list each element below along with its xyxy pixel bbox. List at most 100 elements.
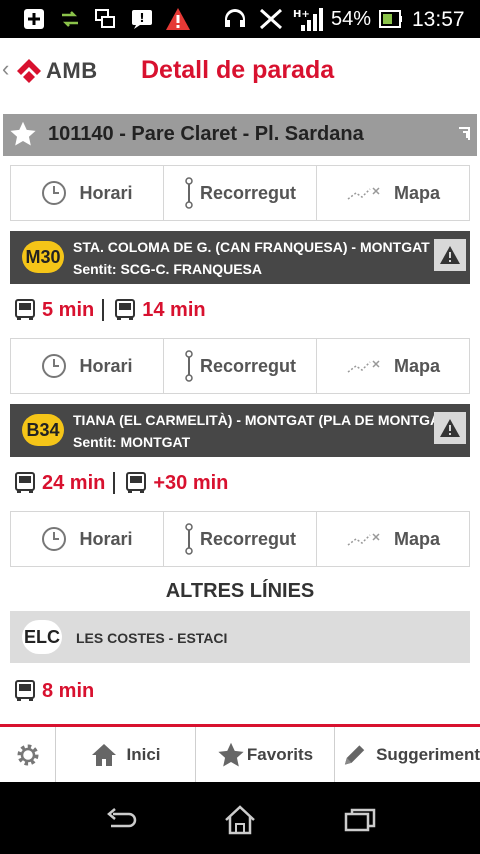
clock-icon bbox=[42, 354, 67, 378]
line-route: TIANA (EL CARMELITÀ) - MONTGAT (PLA DE M… bbox=[73, 412, 453, 428]
map-button[interactable]: Mapa bbox=[317, 339, 469, 393]
arrival-time: 5 min bbox=[42, 298, 95, 321]
map-button[interactable]: Mapa bbox=[317, 512, 469, 566]
tab-home[interactable]: Inici bbox=[56, 727, 196, 782]
stop-header: 101140 - Pare Claret - Pl. Sardana bbox=[3, 114, 477, 156]
favorite-star-icon[interactable] bbox=[9, 120, 37, 148]
line-badge: M30 bbox=[22, 241, 64, 273]
alert-icon bbox=[440, 246, 460, 264]
status-bar: ! H+ 54% 13:57 bbox=[0, 0, 480, 38]
line-badge: B34 bbox=[22, 414, 64, 446]
tab-suggestion[interactable]: Suggeriment bbox=[335, 727, 480, 782]
schedule-button[interactable]: Horari bbox=[11, 339, 164, 393]
map-label: Mapa bbox=[393, 355, 440, 376]
amb-logo-icon bbox=[17, 59, 41, 83]
tab-favorites[interactable]: Favorits bbox=[196, 727, 335, 782]
route-label: Recorregut bbox=[199, 182, 297, 203]
arrival-times: 5 min 14 min bbox=[14, 295, 206, 325]
schedule-button[interactable]: Horari bbox=[11, 512, 164, 566]
bottom-tab-bar: Inici Favorits Suggeriment bbox=[0, 727, 480, 782]
schedule-label: Horari bbox=[79, 528, 133, 549]
map-button[interactable]: Mapa bbox=[317, 166, 469, 220]
bus-icon bbox=[15, 472, 35, 493]
alert-icon bbox=[440, 419, 460, 437]
svg-text:!: ! bbox=[139, 11, 144, 25]
route-button[interactable]: Recorregut bbox=[164, 339, 317, 393]
star-icon bbox=[218, 742, 244, 767]
map-path-icon bbox=[347, 360, 380, 373]
map-label: Mapa bbox=[393, 182, 440, 203]
bus-icon bbox=[126, 472, 147, 493]
back-nav-icon[interactable] bbox=[101, 800, 141, 840]
add-notification-icon bbox=[24, 9, 44, 29]
map-label: Mapa bbox=[393, 528, 440, 549]
line-route: LES COSTES - ESTACI bbox=[76, 630, 228, 646]
back-button[interactable]: ‹ bbox=[2, 56, 9, 82]
arrival-time: 8 min bbox=[42, 679, 95, 702]
pencil-icon bbox=[344, 744, 365, 765]
route-label: Recorregut bbox=[199, 528, 297, 549]
stop-title: 101140 - Pare Claret - Pl. Sardana bbox=[48, 123, 364, 145]
arrival-time: 14 min bbox=[142, 298, 206, 321]
other-lines-title: ALTRES LÍNIES bbox=[165, 580, 315, 602]
page-title: Detall de parada bbox=[141, 56, 335, 84]
schedule-label: Horari bbox=[79, 182, 133, 203]
recent-apps-icon[interactable] bbox=[340, 800, 380, 840]
route-icon bbox=[185, 177, 193, 209]
tab-home-label: Inici bbox=[126, 744, 161, 764]
map-path-icon bbox=[347, 533, 380, 546]
line-actions-b34: Horari Recorregut Mapa bbox=[10, 511, 470, 567]
stop-actions: Horari Recorregut Mapa bbox=[10, 165, 470, 221]
route-icon bbox=[185, 523, 193, 555]
corner-icon bbox=[459, 127, 470, 140]
home-nav-icon[interactable] bbox=[220, 800, 260, 840]
line-header-m30[interactable]: M30 STA. COLOMA DE G. (CAN FRANQUESA) - … bbox=[10, 231, 470, 284]
line-route: STA. COLOMA DE G. (CAN FRANQUESA) - MONT… bbox=[73, 239, 459, 255]
headset-icon bbox=[225, 9, 245, 27]
line-direction: Sentit: MONTGAT bbox=[73, 434, 191, 450]
arrival-times: 8 min bbox=[14, 676, 94, 706]
line-alert-button[interactable] bbox=[434, 412, 466, 444]
schedule-button[interactable]: Horari bbox=[11, 166, 164, 220]
line-actions-m30: Horari Recorregut Mapa bbox=[10, 338, 470, 394]
clock-icon bbox=[42, 527, 67, 551]
screens-icon bbox=[95, 9, 115, 28]
gear-icon bbox=[17, 744, 38, 765]
route-label: Recorregut bbox=[199, 355, 297, 376]
line-alert-button[interactable] bbox=[434, 239, 466, 271]
route-button[interactable]: Recorregut bbox=[164, 512, 317, 566]
line-header-b34[interactable]: B34 TIANA (EL CARMELITÀ) - MONTGAT (PLA … bbox=[10, 404, 470, 457]
clock-icon bbox=[42, 181, 67, 205]
arrival-time: +30 min bbox=[153, 471, 229, 494]
signal-icon: H+ bbox=[293, 8, 323, 31]
time-separator bbox=[113, 472, 116, 494]
stop-detail-content[interactable]: 101140 - Pare Claret - Pl. Sardana Horar… bbox=[0, 100, 480, 724]
schedule-label: Horari bbox=[79, 355, 133, 376]
settings-button[interactable] bbox=[0, 727, 56, 782]
time-separator bbox=[102, 299, 105, 321]
tab-favorites-label: Favorits bbox=[246, 744, 314, 764]
data-transfer-icon bbox=[62, 11, 78, 27]
battery-percent: 54% bbox=[331, 8, 372, 30]
message-icon: ! bbox=[132, 10, 152, 29]
battery-icon bbox=[379, 10, 402, 28]
arrival-time: 24 min bbox=[42, 471, 106, 494]
other-line-elc[interactable]: ELC LES COSTES - ESTACI bbox=[10, 611, 470, 663]
tab-suggestion-label: Suggeriment bbox=[376, 744, 480, 764]
bus-icon bbox=[15, 299, 35, 320]
bus-icon bbox=[115, 299, 136, 320]
line-badge: ELC bbox=[22, 620, 62, 654]
clock: 13:57 bbox=[412, 8, 465, 31]
arrival-times: 24 min +30 min bbox=[14, 468, 228, 498]
warning-icon bbox=[166, 8, 190, 30]
line-direction: Sentit: SCG-C. FRANQUESA bbox=[73, 261, 262, 277]
app-header: ‹ AMB Detall de parada bbox=[0, 38, 480, 137]
logo-text: AMB bbox=[46, 58, 98, 83]
route-button[interactable]: Recorregut bbox=[164, 166, 317, 220]
home-icon bbox=[92, 743, 117, 766]
no-vibrate-icon bbox=[259, 8, 283, 30]
svg-text:H+: H+ bbox=[293, 9, 310, 20]
map-path-icon bbox=[347, 187, 380, 200]
system-nav-bar bbox=[0, 782, 480, 854]
bus-icon bbox=[15, 680, 35, 701]
